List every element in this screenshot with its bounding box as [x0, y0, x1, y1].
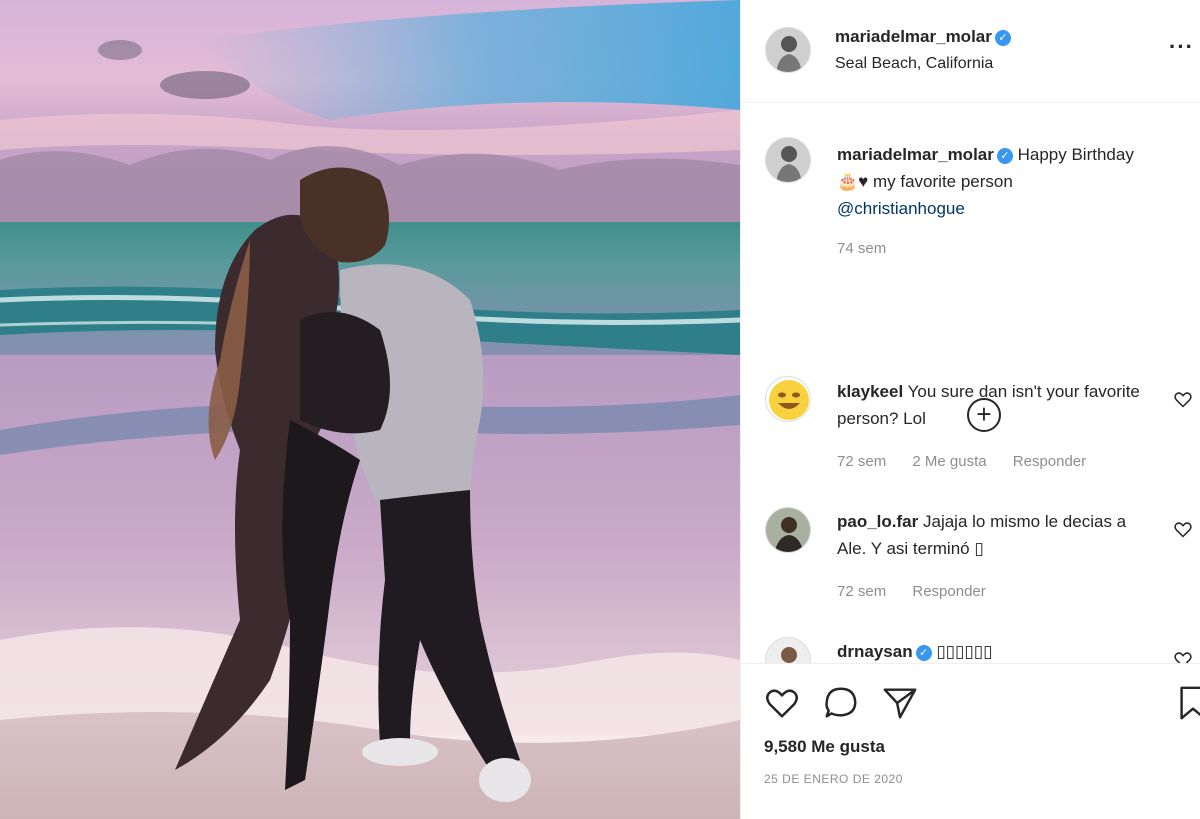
- comment-pao: pao_lo.far Jajaja lo mismo le decias a A…: [837, 508, 1157, 562]
- caption-mention-link[interactable]: @christianhogue: [837, 199, 965, 218]
- comment-body: ▯▯▯▯▯▯: [936, 642, 993, 661]
- post-actions-bar: 9,580 Me gusta 25 DE ENERO DE 2020: [741, 663, 1200, 819]
- author-username[interactable]: mariadelmar_molar: [835, 27, 992, 46]
- author-name-row: mariadelmar_molar ✓: [835, 27, 1011, 47]
- comment-likes[interactable]: 2 Me gusta: [912, 453, 986, 470]
- comment-avatar-klaykeel[interactable]: [765, 376, 811, 422]
- verified-badge-icon: ✓: [994, 30, 1011, 46]
- post-header: mariadelmar_molar ✓ Seal Beach, Californi…: [741, 0, 1200, 103]
- caption-username[interactable]: mariadelmar_molar: [837, 145, 994, 164]
- comment-username[interactable]: pao_lo.far: [837, 512, 918, 531]
- reply-button[interactable]: Responder: [1013, 453, 1086, 470]
- comment-time[interactable]: 72 sem: [837, 453, 886, 470]
- caption-text-b: 🎂♥ my favorite person: [837, 172, 1013, 191]
- caption: mariadelmar_molar ✓ Happy Birthday 🎂♥ my …: [837, 141, 1197, 222]
- comments-area[interactable]: mariadelmar_molar ✓ Happy Birthday 🎂♥ my …: [741, 103, 1200, 664]
- comment-meta: 72 sem Responder: [837, 583, 1008, 600]
- emoji-avatar-image: [766, 377, 810, 421]
- author-avatar[interactable]: [765, 27, 811, 73]
- verified-badge-icon: ✓: [996, 148, 1013, 164]
- verified-badge-icon: ✓: [915, 645, 932, 661]
- heart-icon[interactable]: [763, 684, 801, 722]
- share-icon[interactable]: [881, 684, 919, 722]
- caption-text-a: Happy Birthday: [1017, 145, 1134, 164]
- like-comment-heart-icon[interactable]: [1173, 649, 1193, 664]
- comment-avatar-pao[interactable]: [765, 507, 811, 553]
- post-date[interactable]: 25 DE ENERO DE 2020: [764, 772, 903, 786]
- more-options-icon[interactable]: ···: [1169, 34, 1194, 60]
- like-comment-heart-icon[interactable]: [1173, 389, 1193, 409]
- post-photo[interactable]: [0, 0, 740, 819]
- post-location[interactable]: Seal Beach, California: [835, 55, 993, 73]
- bookmark-icon[interactable]: [1174, 684, 1200, 722]
- avatar-image: [766, 638, 810, 664]
- comment-avatar-drnaysan[interactable]: [765, 637, 811, 664]
- comment-drnaysan: drnaysan ✓ ▯▯▯▯▯▯: [837, 638, 1157, 664]
- comment-icon[interactable]: [822, 684, 860, 722]
- avatar-image: [766, 508, 810, 552]
- like-comment-heart-icon[interactable]: [1173, 519, 1193, 539]
- comment-time[interactable]: 72 sem: [837, 583, 886, 600]
- comment-meta: 72 sem 2 Me gusta Responder: [837, 453, 1108, 470]
- comment-username[interactable]: drnaysan: [837, 642, 913, 661]
- caption-avatar[interactable]: [765, 137, 811, 183]
- reply-button[interactable]: Responder: [912, 583, 985, 600]
- comment-klaykeel: klaykeel You sure dan isn't your favorit…: [837, 378, 1157, 432]
- likes-count[interactable]: 9,580 Me gusta: [764, 737, 885, 757]
- caption-time[interactable]: 74 sem: [837, 240, 886, 257]
- beach-kiss-image: [0, 0, 740, 819]
- post-side-panel: mariadelmar_molar ✓ Seal Beach, Californi…: [740, 0, 1200, 819]
- avatar-image: [766, 138, 810, 182]
- comment-username[interactable]: klaykeel: [837, 382, 903, 401]
- avatar-image: [766, 28, 810, 72]
